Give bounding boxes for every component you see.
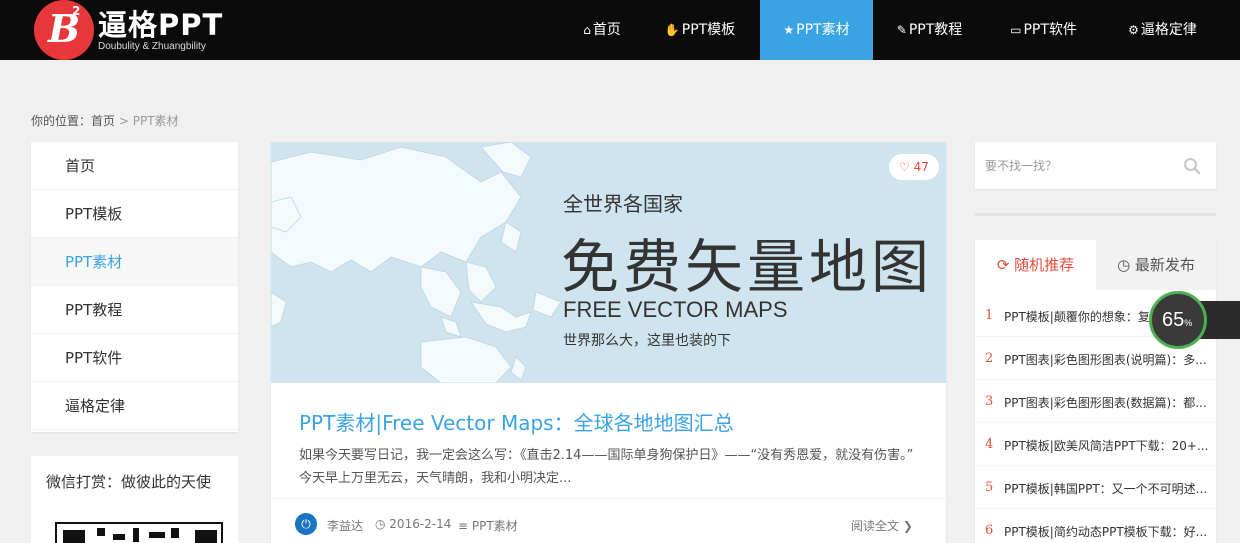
tab-latest-label: 最新发布 — [1134, 256, 1195, 274]
tab-random[interactable]: ⟳ 随机推荐 — [975, 240, 1096, 290]
banner-line-3: FREE VECTOR MAPS — [563, 297, 788, 322]
nav-label: 逼格定律 — [1140, 22, 1197, 38]
list-item[interactable]: 6 PPT模板|简约动态PPT模板下载：好... — [975, 509, 1216, 543]
speed-monitor-widget[interactable]: 65% — [1149, 291, 1240, 349]
list-item-number: 1 — [985, 308, 994, 323]
nav-item-templates[interactable]: ✋ PPT模板 — [640, 0, 760, 60]
site-tagline: Doubulity & Zhuangbility — [98, 41, 206, 52]
like-badge[interactable]: ♡ 47 — [889, 154, 939, 180]
nav-label: PPT软件 — [1023, 22, 1077, 38]
search-input[interactable] — [975, 142, 1175, 189]
menu-item-software[interactable]: PPT软件 — [31, 334, 238, 382]
nav-label: 首页 — [592, 22, 621, 38]
menu-item-laws[interactable]: 逼格定律 — [31, 382, 238, 430]
speed-percentage: 65% — [1162, 309, 1192, 332]
nav-item-home[interactable]: ⌂ 首页 — [564, 0, 640, 60]
monitor-icon: ▭ — [1010, 23, 1022, 37]
list-item-number: 5 — [985, 480, 994, 495]
menu-item-materials[interactable]: PPT素材 — [31, 238, 238, 286]
breadcrumb-prefix: 你的位置： — [31, 114, 92, 128]
nav-item-tutorials[interactable]: ✎ PPT教程 — [873, 0, 986, 60]
refresh-icon: ⟳ — [996, 256, 1015, 274]
menu-item-home[interactable]: 首页 — [31, 142, 238, 190]
search-box — [975, 142, 1216, 189]
banner-line-4: 世界那么大，这里也装的下 — [563, 333, 731, 349]
breadcrumb: 你的位置：首页 > PPT素材 — [31, 112, 179, 129]
home-icon: ⌂ — [583, 23, 591, 37]
breadcrumb-separator: > — [118, 114, 129, 128]
list-icon: ≡ — [458, 519, 472, 533]
nav-label: PPT素材 — [796, 22, 850, 38]
list-item[interactable]: 4 PPT模板|欧美风简洁PPT下载：20+... — [975, 423, 1216, 466]
post-date-text: 2016-2-14 — [389, 517, 452, 531]
post-category-text: PPT素材 — [471, 519, 518, 533]
post-category[interactable]: ≡ PPT素材 — [458, 517, 518, 534]
top-navbar: B 2 逼格PPT Doubulity & Zhuangbility ⌂ 首页 … — [0, 0, 1240, 60]
article-title-link[interactable]: PPT素材|Free Vector Maps：全球各地地图汇总 — [299, 407, 734, 436]
list-item-text: PPT模板|欧美风简洁PPT下载：20+... — [1004, 439, 1209, 453]
left-category-menu: 首页 PPT模板 PPT素材 PPT教程 PPT软件 逼格定律 — [31, 142, 238, 432]
edit-icon: ✎ — [896, 23, 907, 37]
list-item-text: PPT模板|韩国PPT：又一个不可明述... — [1004, 482, 1208, 496]
star-icon: ★ — [783, 23, 795, 37]
speed-unit: % — [1184, 318, 1193, 328]
reward-title: 微信打赏：做彼此的天使 — [46, 473, 212, 491]
list-item-number: 3 — [985, 394, 994, 409]
nav-item-software[interactable]: ▭ PPT软件 — [986, 0, 1101, 60]
post-date: ◷ 2016-2-14 — [375, 517, 451, 531]
list-item-text: PPT图表|彩色图形图表(说明篇)：多... — [1004, 353, 1207, 367]
nav-label: PPT教程 — [908, 22, 963, 38]
article-excerpt: 如果今天要写日记，我一定会这么写：《直击2.14——国际单身狗保护日》——“没有… — [299, 448, 914, 486]
thumbs-up-icon: ♡ — [899, 160, 910, 174]
clock-icon: ◷ — [375, 517, 390, 531]
clock-icon: ◷ — [1117, 256, 1135, 274]
tab-random-label: 随机推荐 — [1014, 256, 1075, 274]
author-name[interactable]: 李益达 — [327, 517, 363, 534]
author-avatar[interactable]: ⏻ — [295, 513, 317, 535]
list-item-number: 4 — [985, 437, 994, 452]
tab-latest[interactable]: ◷ 最新发布 — [1096, 240, 1216, 290]
menu-item-tutorials[interactable]: PPT教程 — [31, 286, 238, 334]
logo-superscript: 2 — [72, 4, 81, 18]
banner-line-1: 全世界各国家 — [563, 192, 683, 216]
qr-code-image — [55, 522, 223, 543]
article-banner-image[interactable]: 全世界各国家 免费矢量地图 FREE VECTOR MAPS 世界那么大，这里也… — [271, 142, 946, 383]
breadcrumb-current: PPT素材 — [132, 114, 179, 128]
speed-value: 65 — [1162, 309, 1185, 331]
list-item-text: PPT图表|彩色图形图表(数据篇)：都... — [1004, 396, 1207, 410]
sidebar-divider — [975, 213, 1216, 216]
main-nav: ⌂ 首页 ✋ PPT模板 ★ PPT素材 ✎ PPT教程 ▭ PPT软件 ⚙ 逼… — [564, 0, 1224, 60]
widget-tabs: ⟳ 随机推荐 ◷ 最新发布 — [975, 240, 1216, 290]
article-meta-bar: ⏻ 李益达 ◷ 2016-2-14 ≡ PPT素材 阅读全文 ❯ — [271, 498, 946, 543]
nav-item-laws[interactable]: ⚙ 逼格定律 — [1101, 0, 1224, 60]
logo-badge[interactable]: B 2 — [34, 0, 94, 60]
article-card: 全世界各国家 免费矢量地图 FREE VECTOR MAPS 世界那么大，这里也… — [271, 142, 946, 543]
wechat-reward-widget: 微信打赏：做彼此的天使 — [31, 456, 238, 543]
search-icon[interactable] — [1183, 157, 1201, 175]
list-item-number: 6 — [985, 523, 994, 538]
list-item-text: PPT模板|简约动态PPT模板下载：好... — [1004, 525, 1208, 539]
read-more-link[interactable]: 阅读全文 ❯ — [851, 517, 913, 534]
menu-item-templates[interactable]: PPT模板 — [31, 190, 238, 238]
list-item-number: 2 — [985, 351, 994, 366]
thumbs-up-icon: ✋ — [664, 23, 680, 37]
site-title[interactable]: 逼格PPT — [98, 2, 223, 44]
nav-item-materials[interactable]: ★ PPT素材 — [760, 0, 873, 60]
like-count: 47 — [913, 160, 929, 174]
chevron-right-icon: ❯ — [902, 519, 913, 533]
speed-ring: 65% — [1149, 291, 1207, 349]
nav-label: PPT模板 — [681, 22, 736, 38]
list-item[interactable]: 3 PPT图表|彩色图形图表(数据篇)：都... — [975, 380, 1216, 423]
breadcrumb-home-link[interactable]: 首页 — [91, 114, 115, 128]
sidebar-posts-widget: ⟳ 随机推荐 ◷ 最新发布 1 PPT模板|颠覆你的想象：复... 2 PPT图表|… — [975, 240, 1216, 543]
banner-line-2: 免费矢量地图 — [561, 233, 934, 301]
gear-icon: ⚙ — [1128, 23, 1139, 37]
read-more-text: 阅读全文 — [851, 519, 900, 533]
list-item[interactable]: 5 PPT模板|韩国PPT：又一个不可明述... — [975, 466, 1216, 509]
